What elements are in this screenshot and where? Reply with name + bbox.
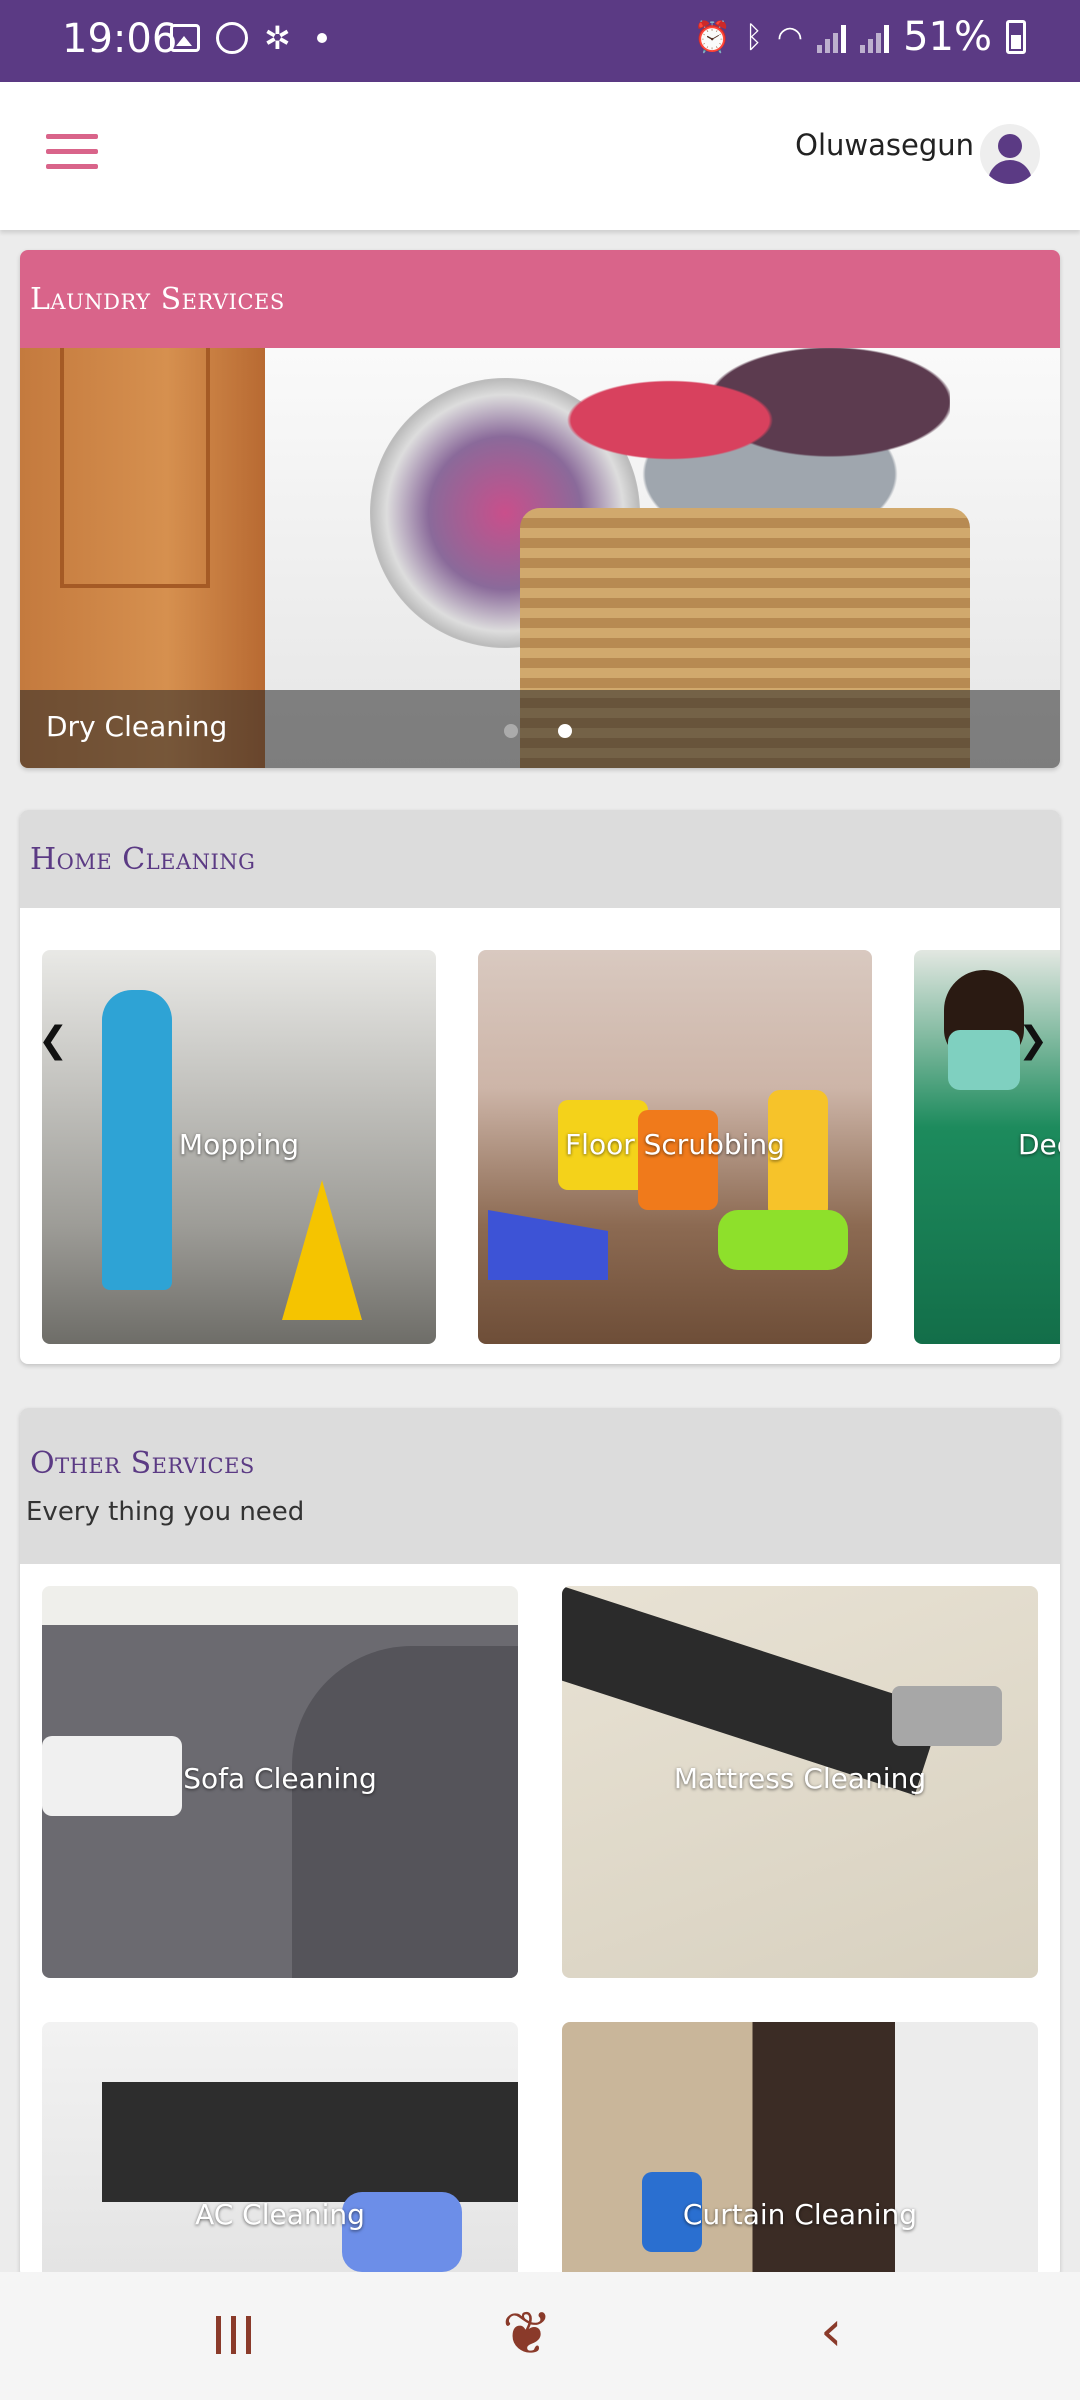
tile-label: AC Cleaning <box>195 2198 365 2231</box>
status-bar: 19:06 ✲ ⏰ ᛒ ◠ 51% <box>0 0 1080 82</box>
section-title: Other Services <box>30 1445 255 1481</box>
battery-percent: 51% <box>903 14 992 60</box>
service-tile-mattress-cleaning[interactable]: Mattress Cleaning <box>562 1586 1038 1978</box>
system-icons: ⏰ ᛒ ◠ 51% <box>694 14 1026 60</box>
status-time: 19:06 <box>62 16 178 62</box>
gallery-icon <box>170 24 200 52</box>
username[interactable]: Oluwasegun <box>795 128 974 162</box>
wifi-icon: ◠ <box>776 19 804 55</box>
tile-label: Curtain Cleaning <box>682 2198 918 2231</box>
battery-icon <box>1006 20 1026 54</box>
tile-label: Mopping <box>178 1128 300 1161</box>
service-tile-floor-scrubbing[interactable]: Floor Scrubbing <box>478 950 872 1344</box>
laundry-header: Laundry Services <box>20 250 1060 348</box>
service-tile-mopping[interactable]: Mopping <box>42 950 436 1344</box>
slide-dot-active[interactable] <box>558 724 572 738</box>
slide-caption-bar: Dry Cleaning <box>20 690 1060 768</box>
slide-caption: Dry Cleaning <box>46 710 228 743</box>
user-icon[interactable] <box>980 124 1040 184</box>
whatsapp-icon <box>216 22 248 54</box>
notification-icons: ✲ <box>170 22 327 54</box>
home-cleaning-header: Home Cleaning <box>20 810 1060 908</box>
service-tile-sofa-cleaning[interactable]: Sofa Cleaning <box>42 1586 518 1978</box>
chevron-right-icon[interactable]: ❯ <box>1018 1020 1048 1061</box>
slide-dot[interactable] <box>504 724 518 738</box>
laundry-slide-image[interactable]: Dry Cleaning <box>20 348 1060 768</box>
service-tile-deep-cleaning[interactable]: Dee <box>914 950 1060 1344</box>
recents-icon[interactable] <box>216 2316 251 2354</box>
hamburger-icon[interactable] <box>46 134 98 174</box>
more-notifications-dot-icon <box>316 33 327 43</box>
other-services-card: Other Services Every thing you need Sofa… <box>20 1408 1060 2278</box>
service-tile-curtain-cleaning[interactable]: Curtain Cleaning <box>562 2022 1038 2278</box>
slide-indicator <box>504 724 572 738</box>
clothes-graphic <box>550 348 950 528</box>
signal-icon <box>817 21 847 53</box>
home-cleaning-carousel: Mopping Floor Scrubbing Dee ❮ ❯ <box>20 908 1060 1364</box>
laundry-services-card: Laundry Services Dry Cleaning <box>20 250 1060 768</box>
section-title: Home Cleaning <box>30 841 256 877</box>
back-icon[interactable]: ‹ <box>820 2304 842 2360</box>
section-title: Laundry Services <box>30 281 285 317</box>
signal-icon-2 <box>860 21 890 53</box>
app-header: Oluwasegun <box>0 82 1080 230</box>
service-tile-ac-cleaning[interactable]: AC Cleaning <box>42 2022 518 2278</box>
tile-label: Mattress Cleaning <box>673 1762 927 1795</box>
home-icon[interactable]: ❦ <box>502 2304 552 2364</box>
home-cleaning-card: Home Cleaning Mopping Floor Scrubbing De… <box>20 810 1060 1364</box>
tile-label: Sofa Cleaning <box>183 1762 377 1795</box>
chevron-left-icon[interactable]: ❮ <box>38 1020 68 1061</box>
tile-label: Dee <box>1018 1128 1060 1161</box>
fan-icon: ✲ <box>264 19 291 57</box>
bluetooth-icon: ᛒ <box>744 19 763 55</box>
section-subtitle: Every thing you need <box>26 1496 305 1527</box>
alarm-icon: ⏰ <box>693 19 731 55</box>
system-nav-bar: ❦ ‹ <box>0 2272 1080 2400</box>
tile-label: Floor Scrubbing <box>565 1128 785 1161</box>
other-services-header: Other Services Every thing you need <box>20 1408 1060 1564</box>
